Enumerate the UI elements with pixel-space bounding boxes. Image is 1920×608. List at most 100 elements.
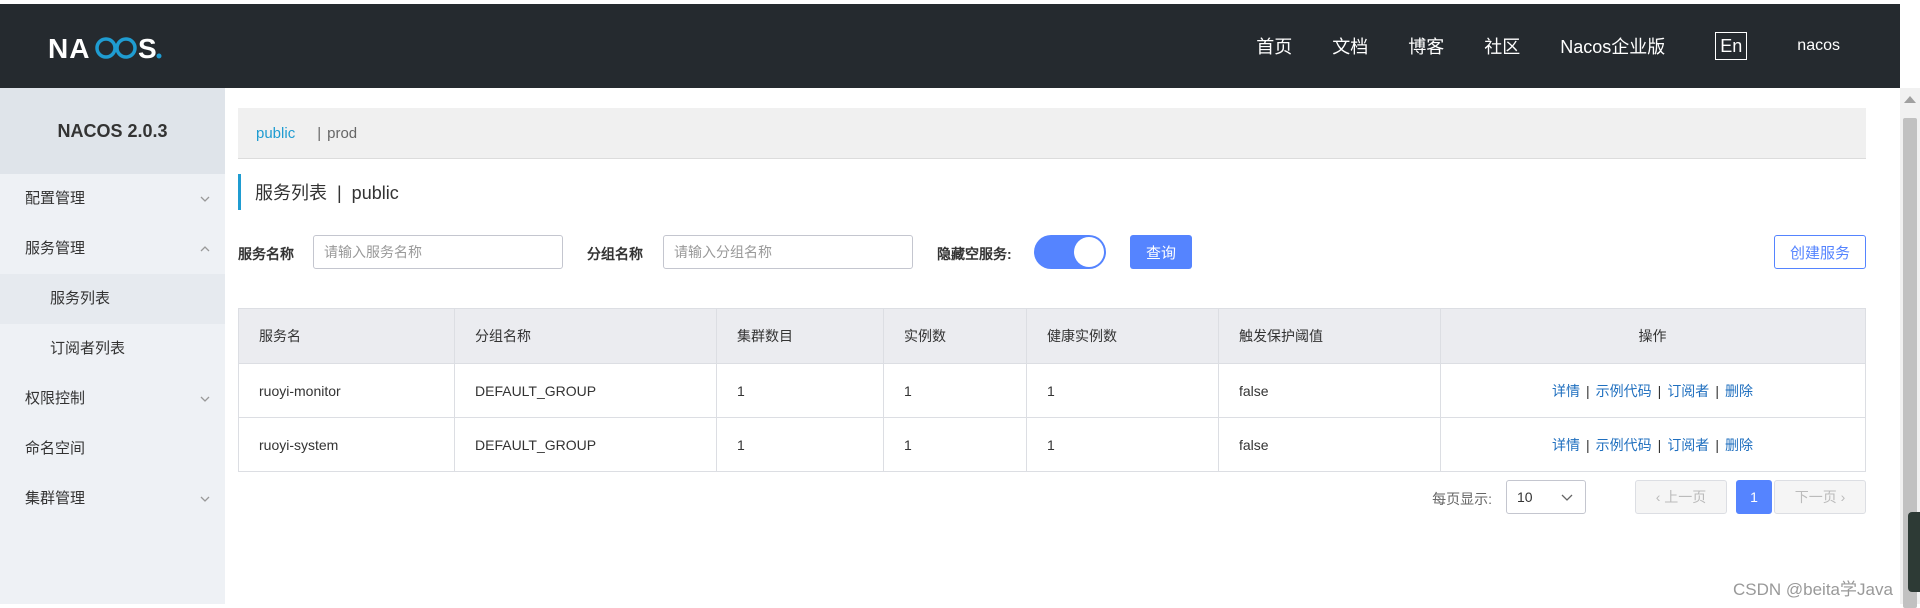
sidebar-item-label: 订阅者列表 <box>50 340 126 357</box>
healthy-count-cell: 1 <box>1026 363 1219 418</box>
prev-page-label: 上一页 <box>1664 489 1707 505</box>
threshold-cell: false <box>1218 417 1441 472</box>
service-name-cell: ruoyi-system <box>238 417 455 472</box>
table-row: ruoyi-system DEFAULT_GROUP 1 1 1 false 详… <box>238 417 1866 472</box>
detail-link[interactable]: 详情 <box>1552 437 1580 453</box>
per-page-label: 每页显示: <box>1432 491 1492 507</box>
cluster-count-cell: 1 <box>716 363 884 418</box>
prev-page-button[interactable]: ‹ 上一页 <box>1635 480 1727 514</box>
side-widget-tab[interactable] <box>1908 512 1920 592</box>
sample-code-link[interactable]: 示例代码 <box>1596 383 1652 399</box>
sample-code-link[interactable]: 示例代码 <box>1596 437 1652 453</box>
column-header: 健康实例数 <box>1026 308 1219 364</box>
op-divider: | <box>1657 382 1662 399</box>
table-row: ruoyi-monitor DEFAULT_GROUP 1 1 1 false … <box>238 363 1866 418</box>
chevron-right-icon: › <box>1836 489 1846 505</box>
column-header: 操作 <box>1440 308 1866 364</box>
group-name-input[interactable] <box>663 235 913 269</box>
watermark: CSDN @beita学Java <box>1733 580 1893 599</box>
scroll-up-arrow-icon[interactable] <box>1904 96 1916 103</box>
sidebar-item-service-list[interactable]: 服务列表 <box>0 274 225 324</box>
threshold-cell: false <box>1218 363 1441 418</box>
per-page-select[interactable]: 10 <box>1506 480 1586 514</box>
chevron-down-icon <box>1561 494 1573 501</box>
top-nav: 首页 文档 博客 社区 Nacos企业版 En nacos <box>1216 4 1840 88</box>
chevron-down-icon <box>200 496 210 502</box>
cluster-count-cell: 1 <box>716 417 884 472</box>
group-name-cell: DEFAULT_GROUP <box>454 363 717 418</box>
main-content: public | prod 服务列表 | public 服务名称 分组名称 隐藏… <box>238 108 1866 514</box>
op-divider: | <box>1715 382 1719 399</box>
service-name-cell: ruoyi-monitor <box>238 363 455 418</box>
group-name-label: 分组名称 <box>587 246 643 262</box>
sidebar-title: NACOS 2.0.3 <box>0 88 225 174</box>
namespace-bar: public | prod <box>238 108 1866 159</box>
sidebar-item-label: 服务列表 <box>50 290 111 307</box>
chevron-down-icon <box>200 196 210 202</box>
nav-blog-link[interactable]: 博客 <box>1408 33 1444 59</box>
service-table: 服务名 分组名称 集群数目 实例数 健康实例数 触发保护阈值 操作 ruoyi-… <box>238 308 1866 472</box>
operations-cell: 详情 | 示例代码 | 订阅者 | 删除 <box>1440 363 1866 418</box>
page-title: 服务列表 | public <box>238 174 399 210</box>
create-service-button[interactable]: 创建服务 <box>1774 235 1866 269</box>
svg-text:NA: NA <box>48 33 90 64</box>
chevron-left-icon: ‹ <box>1655 489 1665 505</box>
operations-cell: 详情 | 示例代码 | 订阅者 | 删除 <box>1440 417 1866 472</box>
sidebar-item-cluster-management[interactable]: 集群管理 <box>0 474 225 524</box>
top-navbar: NA S 首页 文档 博客 社区 Nacos企业版 En nacos <box>0 4 1900 88</box>
sidebar-item-label: 配置管理 <box>25 190 86 207</box>
sidebar-item-label: 集群管理 <box>25 490 86 507</box>
namespace-prod-link[interactable]: prod <box>327 125 357 142</box>
sidebar-item-access-control[interactable]: 权限控制 <box>0 374 225 424</box>
next-page-label: 下一页 <box>1794 489 1837 505</box>
column-header: 服务名 <box>238 308 455 364</box>
nav-docs-link[interactable]: 文档 <box>1332 33 1368 59</box>
op-divider: | <box>1586 382 1590 399</box>
sidebar-item-config-management[interactable]: 配置管理 <box>0 174 225 224</box>
next-page-button[interactable]: 下一页 › <box>1774 480 1866 514</box>
page-number-button[interactable]: 1 <box>1736 480 1772 514</box>
user-menu[interactable]: nacos <box>1797 37 1840 55</box>
sidebar-item-namespace[interactable]: 命名空间 <box>0 424 225 474</box>
chevron-up-icon <box>200 246 210 252</box>
column-header: 集群数目 <box>716 308 884 364</box>
svg-text:S: S <box>138 33 157 64</box>
hide-empty-label: 隐藏空服务: <box>937 246 1012 262</box>
healthy-count-cell: 1 <box>1026 417 1219 472</box>
sidebar-item-label: 命名空间 <box>25 440 86 457</box>
sidebar-item-subscriber-list[interactable]: 订阅者列表 <box>0 324 225 374</box>
column-header: 触发保护阈值 <box>1218 308 1441 364</box>
toggle-knob <box>1074 237 1104 267</box>
column-header: 实例数 <box>883 308 1027 364</box>
chevron-down-icon <box>200 396 210 402</box>
language-switch-button[interactable]: En <box>1715 32 1748 60</box>
nacos-logo[interactable]: NA S <box>48 30 170 64</box>
namespace-public-link[interactable]: public <box>256 125 295 142</box>
column-header: 分组名称 <box>454 308 717 364</box>
subscribers-link[interactable]: 订阅者 <box>1667 437 1709 453</box>
delete-link[interactable]: 删除 <box>1725 437 1753 453</box>
nav-community-link[interactable]: 社区 <box>1484 33 1520 59</box>
sidebar: NACOS 2.0.3 配置管理 服务管理 服务列表 订阅者列表 权限控制 命名… <box>0 88 225 604</box>
hide-empty-toggle[interactable] <box>1034 235 1106 269</box>
service-name-input[interactable] <box>313 235 563 269</box>
filter-bar: 服务名称 分组名称 隐藏空服务: 查询 创建服务 <box>238 235 1866 271</box>
nav-enterprise-link[interactable]: Nacos企业版 <box>1560 33 1665 59</box>
table-header-row: 服务名 分组名称 集群数目 实例数 健康实例数 触发保护阈值 操作 <box>238 308 1866 364</box>
sidebar-item-label: 权限控制 <box>25 390 86 407</box>
pagination: 每页显示: 10 ‹ 上一页 1 下一页 › <box>1366 480 1866 516</box>
delete-link[interactable]: 删除 <box>1725 383 1753 399</box>
instance-count-cell: 1 <box>883 417 1027 472</box>
op-divider: | <box>1715 436 1719 453</box>
nav-home-link[interactable]: 首页 <box>1256 33 1292 59</box>
service-name-label: 服务名称 <box>238 246 294 262</box>
instance-count-cell: 1 <box>883 363 1027 418</box>
op-divider: | <box>1657 436 1662 453</box>
sidebar-item-label: 服务管理 <box>25 240 86 257</box>
group-name-cell: DEFAULT_GROUP <box>454 417 717 472</box>
subscribers-link[interactable]: 订阅者 <box>1667 383 1709 399</box>
query-button[interactable]: 查询 <box>1130 235 1192 269</box>
sidebar-item-service-management[interactable]: 服务管理 <box>0 224 225 274</box>
detail-link[interactable]: 详情 <box>1552 383 1580 399</box>
op-divider: | <box>1586 436 1590 453</box>
